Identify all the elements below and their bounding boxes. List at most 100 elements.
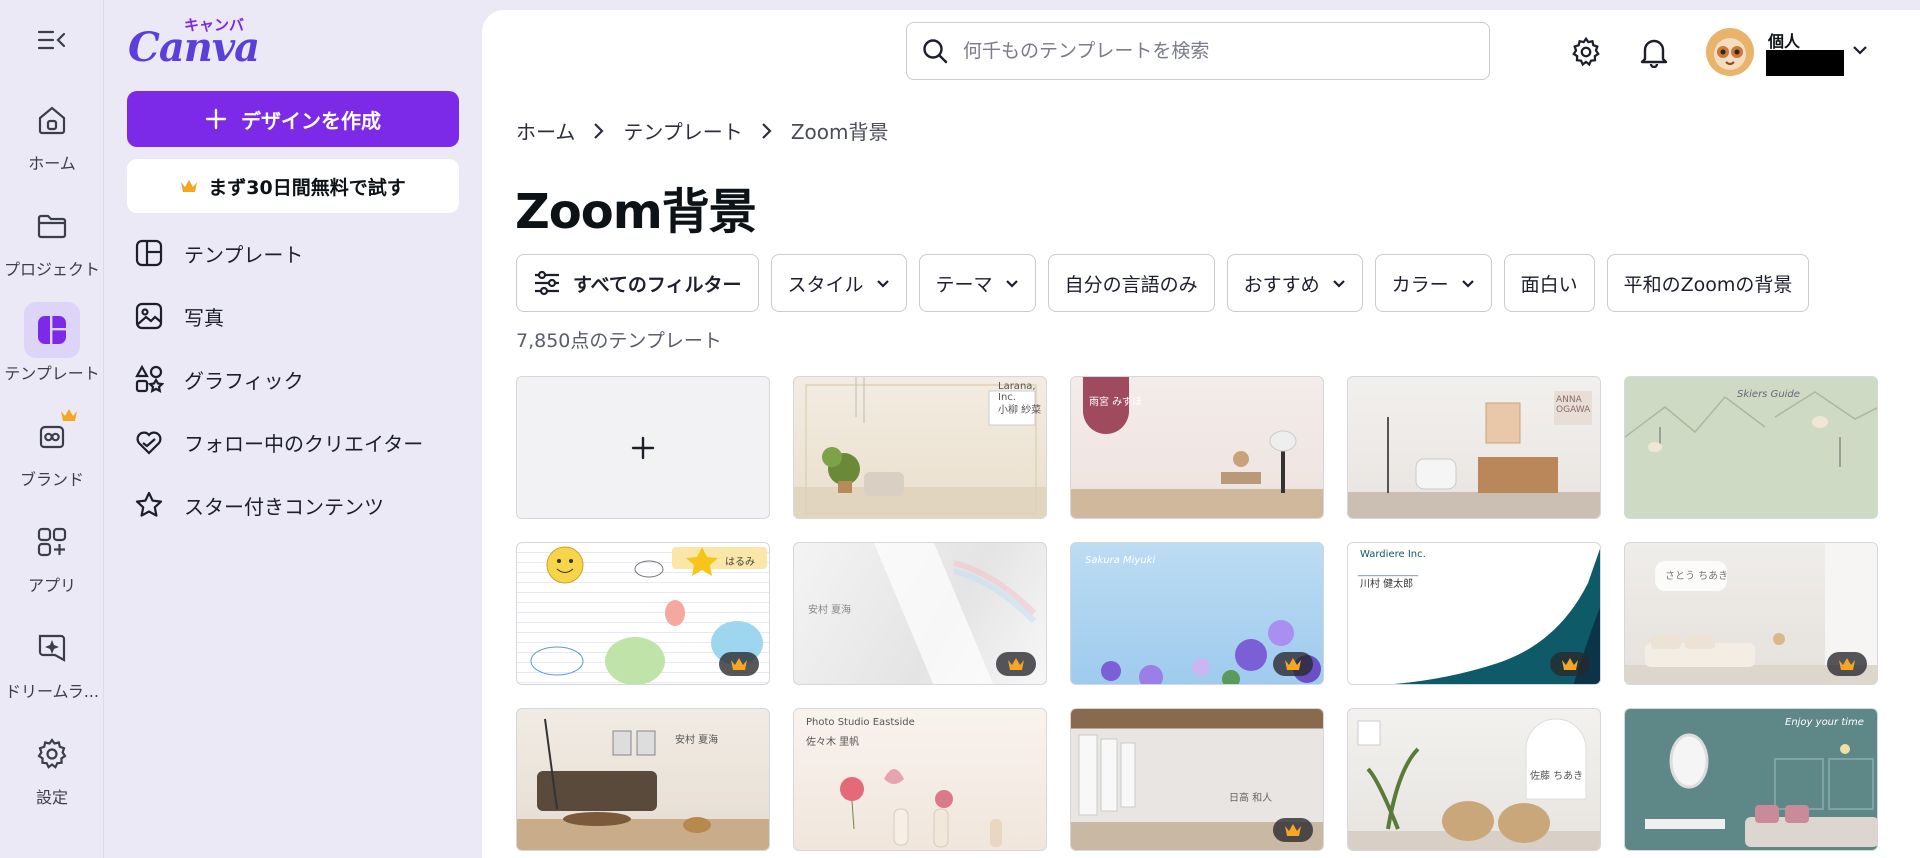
apps-icon <box>24 514 80 570</box>
rail-item-apps[interactable]: アプリ <box>0 514 104 596</box>
template-thumbnail <box>840 769 1002 848</box>
template-tile[interactable]: 安村 夏海 <box>516 708 770 851</box>
breadcrumb: ホーム テンプレート Zoom背景 <box>516 116 888 145</box>
photo-icon <box>135 302 163 330</box>
search-bar[interactable] <box>906 22 1490 80</box>
create-design-label: デザインを作成 <box>241 108 381 133</box>
premium-badge <box>1273 818 1313 842</box>
canva-logo[interactable]: キャンバ Canva <box>126 14 260 71</box>
crown-icon <box>181 180 198 192</box>
template-tile[interactable]: Photo Studio Eastside 佐々木 里帆 <box>793 708 1047 851</box>
avatar[interactable] <box>1706 28 1754 76</box>
tile-caption: 安村 夏海 <box>808 605 852 616</box>
nav-item-starred[interactable]: スター付きコンテンツ <box>134 483 464 527</box>
chevron-down-icon <box>876 279 889 288</box>
tile-caption: 小柳 紗菜 <box>998 405 1042 416</box>
rail-item-settings[interactable]: 設定 <box>0 726 104 808</box>
tile-caption: Photo Studio Eastside <box>806 717 915 728</box>
template-tile[interactable]: 佐藤 ちあき <box>1347 708 1601 851</box>
filter-label: 自分の言語のみ <box>1064 273 1198 296</box>
plus-icon <box>205 108 227 130</box>
filter-my-language[interactable]: 自分の言語のみ <box>1047 254 1215 312</box>
template-tile[interactable]: はるみ <box>516 542 770 685</box>
notifications-button[interactable] <box>1634 32 1674 72</box>
nav-item-photos[interactable]: 写真 <box>134 294 464 338</box>
rail-item-dream-lab[interactable]: ドリームラ... <box>0 620 104 702</box>
filter-label: 平和のZoomの背景 <box>1623 273 1793 296</box>
account-menu-chevron[interactable] <box>1852 40 1868 59</box>
brand-icon <box>24 408 80 464</box>
gear-icon <box>1572 36 1600 67</box>
template-tile[interactable]: Enjoy your time <box>1624 708 1878 851</box>
chevron-down-icon <box>1461 279 1474 288</box>
template-tile[interactable]: 日高 和人 <box>1070 708 1324 851</box>
free-trial-button[interactable]: まず30日間無料で試す <box>127 159 459 213</box>
breadcrumb-templates[interactable]: テンプレート <box>623 116 742 145</box>
search-icon <box>923 39 948 64</box>
all-filters-button[interactable]: すべてのフィルター <box>516 254 759 312</box>
create-blank-tile[interactable] <box>516 376 770 519</box>
premium-badge <box>719 652 759 676</box>
tile-caption: 佐々木 里帆 <box>806 737 860 748</box>
rail-item-templates[interactable]: テンプレート <box>0 302 104 384</box>
template-tile[interactable]: さとう ちあき <box>1624 542 1878 685</box>
chevron-down-icon <box>1332 279 1345 288</box>
template-tile[interactable]: Larana, Inc. 小柳 紗菜 <box>793 376 1047 519</box>
nav-item-templates[interactable]: テンプレート <box>134 231 464 275</box>
side-panel: キャンバ Canva デザインを作成 まず30日間無料で試す テンプレート 写真… <box>104 0 480 858</box>
filter-theme[interactable]: テーマ <box>918 254 1036 312</box>
free-trial-label: まず30日間無料で試す <box>208 176 406 199</box>
chevron-right-icon <box>762 122 772 139</box>
rail-label: 設定 <box>35 788 68 807</box>
collapse-menu-icon[interactable] <box>36 26 68 54</box>
template-tile[interactable]: Skiers Guide <box>1624 376 1878 519</box>
left-rail: ホーム プロジェクト テンプレート ブランド アプリ ドリームラ... 設定 <box>0 0 104 858</box>
filter-label: すべてのフィルター <box>573 273 742 296</box>
tile-caption: さとう ちあき <box>1665 571 1729 582</box>
folder-icon <box>24 198 80 254</box>
home-icon <box>24 92 80 148</box>
filter-recommended[interactable]: おすすめ <box>1226 254 1363 312</box>
filter-label: カラー <box>1391 273 1449 296</box>
rail-item-brand[interactable]: ブランド <box>0 408 104 490</box>
premium-badge <box>1550 652 1590 676</box>
template-tile[interactable]: ANNA OGAWA <box>1347 376 1601 519</box>
rail-label: アプリ <box>27 576 76 595</box>
template-outline-icon <box>135 239 163 267</box>
bell-icon <box>1640 39 1668 68</box>
nav-label: グラフィック <box>184 368 304 393</box>
filter-peaceful-zoom[interactable]: 平和のZoomの背景 <box>1606 254 1810 312</box>
tile-caption: Skiers Guide <box>1737 389 1800 400</box>
tile-caption: 雨宮 みずほ <box>1089 397 1143 408</box>
filter-style[interactable]: スタイル <box>770 254 907 312</box>
settings-button[interactable] <box>1566 32 1606 72</box>
rail-item-projects[interactable]: プロジェクト <box>0 198 104 280</box>
breadcrumb-home[interactable]: ホーム <box>516 116 575 145</box>
account-email-redacted <box>1766 50 1844 76</box>
crown-icon <box>1285 824 1301 836</box>
create-design-button[interactable]: デザインを作成 <box>127 91 459 147</box>
dream-lab-icon <box>24 620 80 676</box>
crown-icon <box>1562 658 1578 670</box>
filter-color[interactable]: カラー <box>1374 254 1492 312</box>
filter-bar: すべてのフィルター スタイル テーマ 自分の言語のみ おすすめ カラー 面白い … <box>516 254 1810 312</box>
filter-funny[interactable]: 面白い <box>1503 254 1595 312</box>
rail-label: ホーム <box>28 154 76 173</box>
template-tile[interactable]: Wardiere Inc. 川村 健太郎 <box>1347 542 1601 685</box>
tile-caption: Sakura Miyuki <box>1085 555 1156 566</box>
template-count: 7,850点のテンプレート <box>516 330 722 352</box>
tile-caption: Wardiere Inc. <box>1360 549 1426 560</box>
template-tile[interactable]: 雨宮 みずほ <box>1070 376 1324 519</box>
nav-item-following-creators[interactable]: フォロー中のクリエイター <box>134 420 464 464</box>
rail-item-home[interactable]: ホーム <box>0 92 104 174</box>
search-input[interactable] <box>963 40 1443 62</box>
rail-label: ドリームラ... <box>5 682 99 701</box>
rail-label: プロジェクト <box>3 260 100 279</box>
template-tile[interactable]: 安村 夏海 <box>793 542 1047 685</box>
tile-caption: 佐藤 ちあき <box>1530 771 1584 782</box>
template-thumbnail <box>517 718 769 850</box>
nav-item-graphics[interactable]: グラフィック <box>134 357 464 401</box>
heart-icon <box>136 431 162 455</box>
star-icon <box>135 491 163 517</box>
template-tile[interactable]: Sakura Miyuki <box>1070 542 1324 685</box>
